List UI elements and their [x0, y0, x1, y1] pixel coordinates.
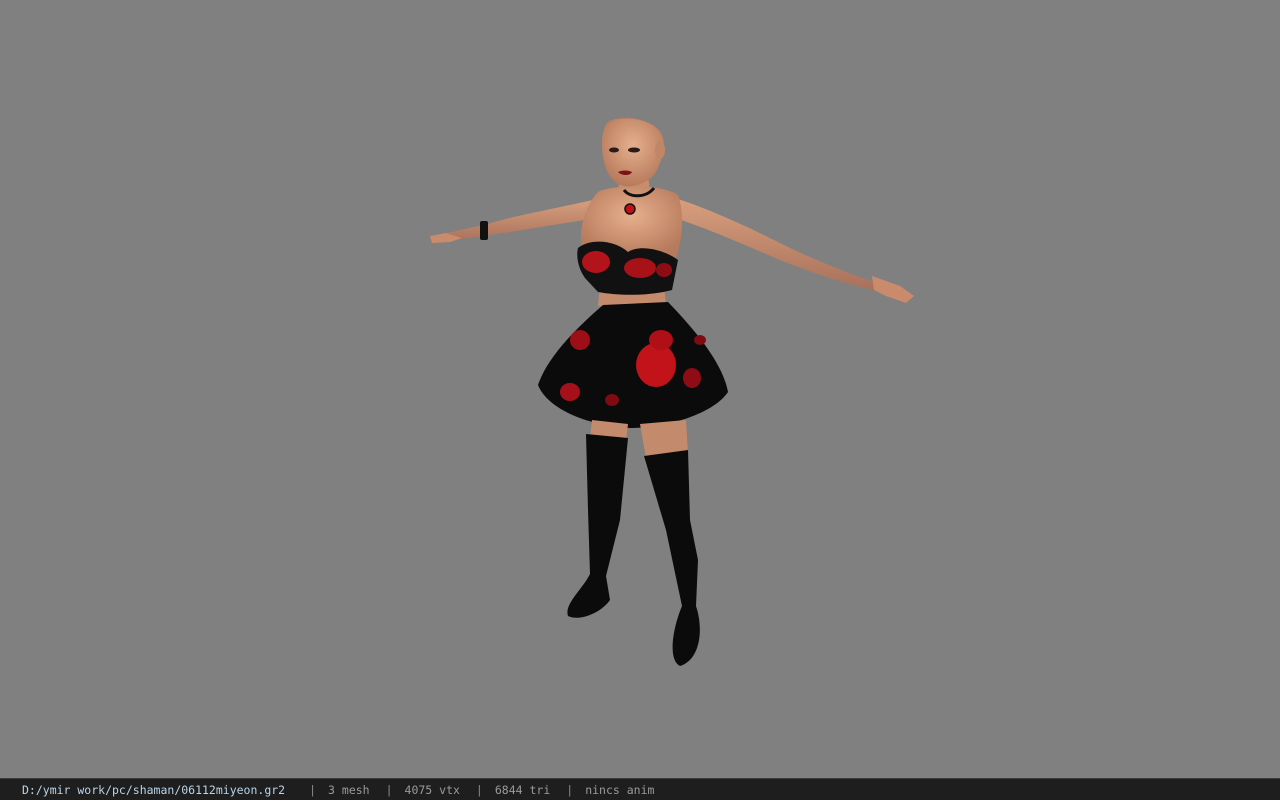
right-arm	[665, 196, 884, 292]
bustier-rose	[656, 263, 672, 277]
ear	[655, 141, 665, 159]
left-arm	[433, 198, 600, 243]
skirt-rose	[605, 394, 619, 406]
triangle-count-label: 6844 tri	[494, 782, 551, 797]
right-hand	[872, 276, 914, 303]
status-bar: D:/ymir work/pc/shaman/06112miyeon.gr2 |…	[0, 778, 1280, 800]
3d-viewport[interactable]	[0, 0, 1280, 778]
skirt	[538, 302, 728, 428]
character-model	[430, 117, 914, 666]
skirt-rose	[636, 343, 676, 387]
skirt-rose	[570, 330, 590, 350]
right-stocking	[644, 450, 700, 666]
skirt-rose	[560, 383, 580, 401]
left-stocking	[567, 434, 628, 618]
mesh-count-label: 3 mesh	[328, 782, 370, 797]
vertex-count-label: 4075 vtx	[404, 782, 460, 797]
file-path-label: D:/ymir work/pc/shaman/06112miyeon.gr2	[22, 782, 286, 797]
separator: |	[385, 782, 393, 797]
left-bracelet	[480, 221, 488, 240]
separator: |	[309, 782, 317, 797]
left-eye	[609, 147, 619, 153]
skirt-rose	[649, 330, 673, 350]
necklace-pendant	[624, 203, 636, 215]
right-eye	[628, 147, 640, 153]
skirt-rose	[694, 335, 706, 345]
separator: |	[566, 782, 574, 797]
animation-status-label: nincs anim	[585, 782, 655, 797]
skirt-rose	[683, 368, 701, 388]
bustier-rose	[582, 251, 610, 273]
separator: |	[475, 782, 483, 797]
bustier-rose	[624, 258, 656, 278]
